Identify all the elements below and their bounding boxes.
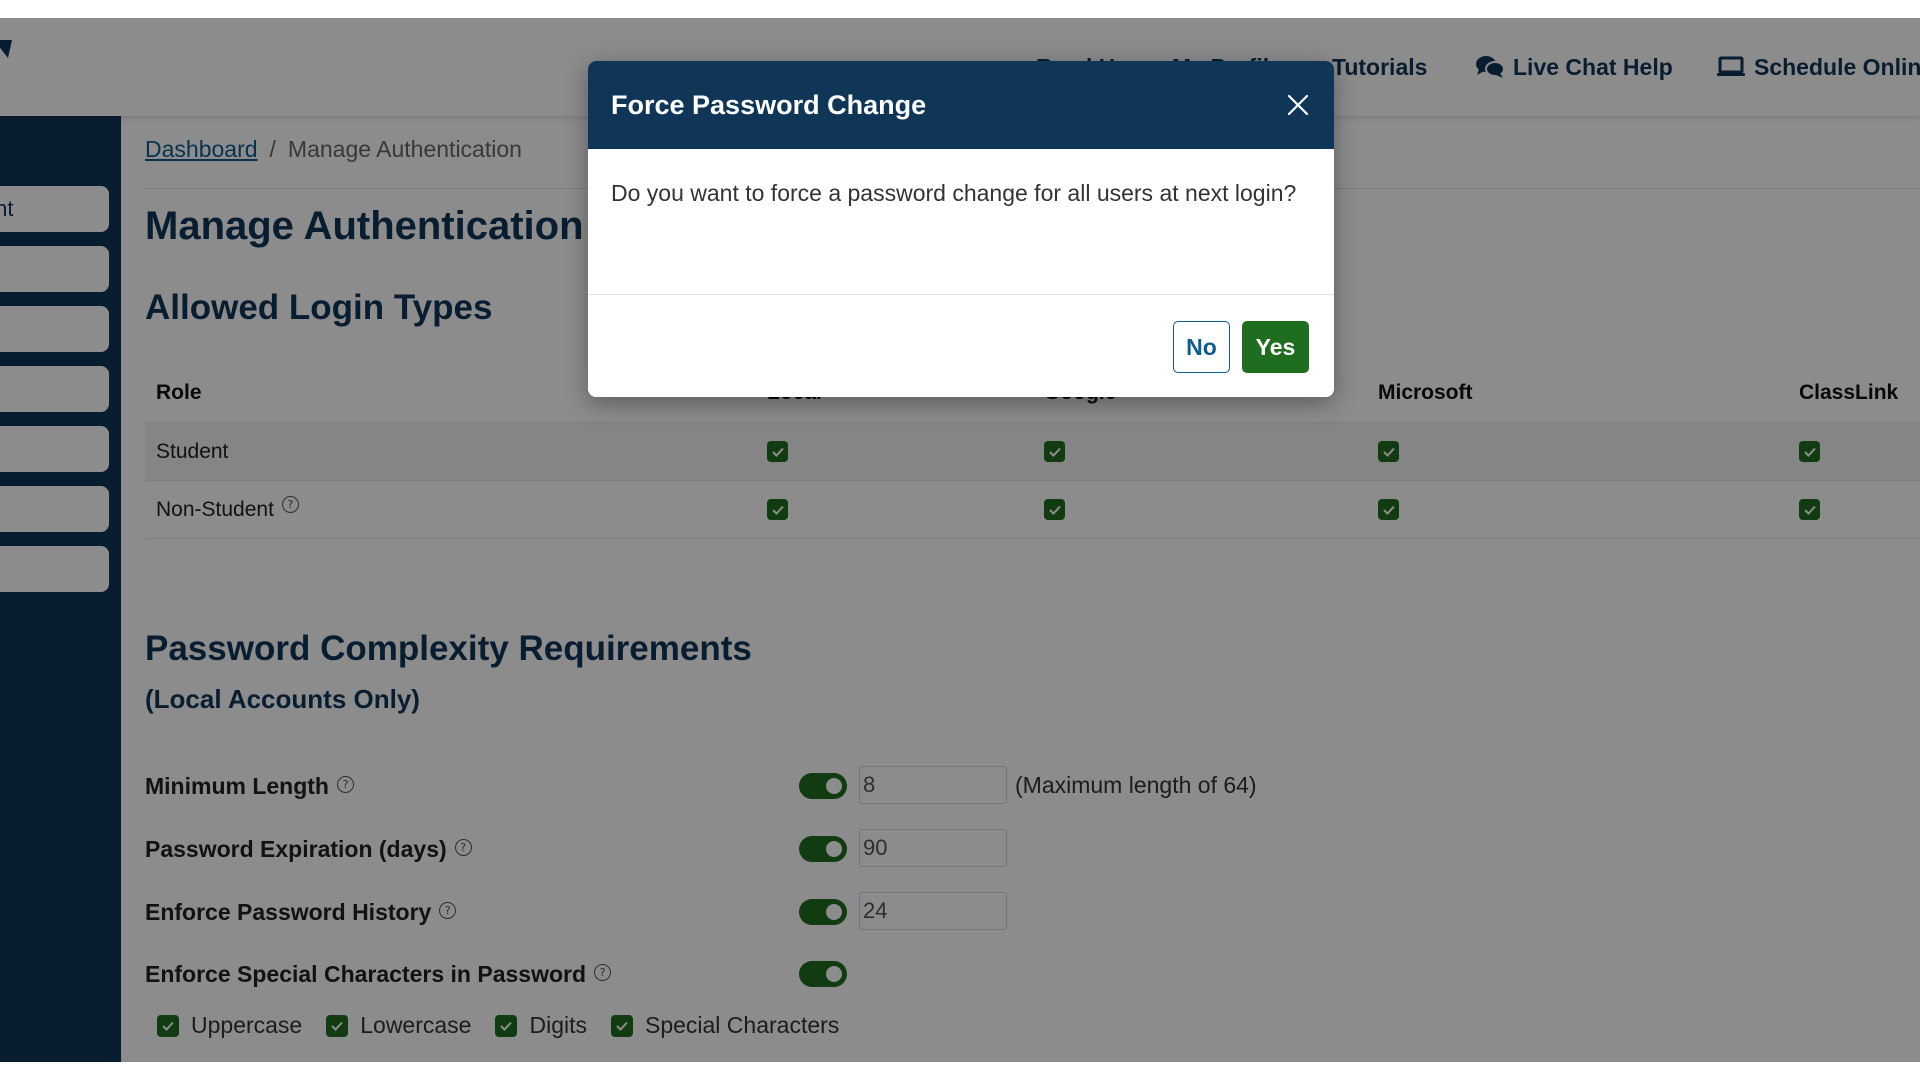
modal-header: Force Password Change: [588, 61, 1334, 149]
modal-message: Do you want to force a password change f…: [588, 149, 1334, 295]
yes-button[interactable]: Yes: [1242, 321, 1309, 373]
force-password-change-dialog: Force Password Change Do you want to for…: [588, 61, 1334, 397]
close-icon[interactable]: [1284, 91, 1312, 119]
app-window: Read Here My Profile Tutorials Live Chat…: [0, 18, 1920, 1062]
modal-title: Force Password Change: [611, 89, 927, 120]
modal-footer: No Yes: [588, 295, 1334, 397]
no-button[interactable]: No: [1173, 321, 1230, 373]
